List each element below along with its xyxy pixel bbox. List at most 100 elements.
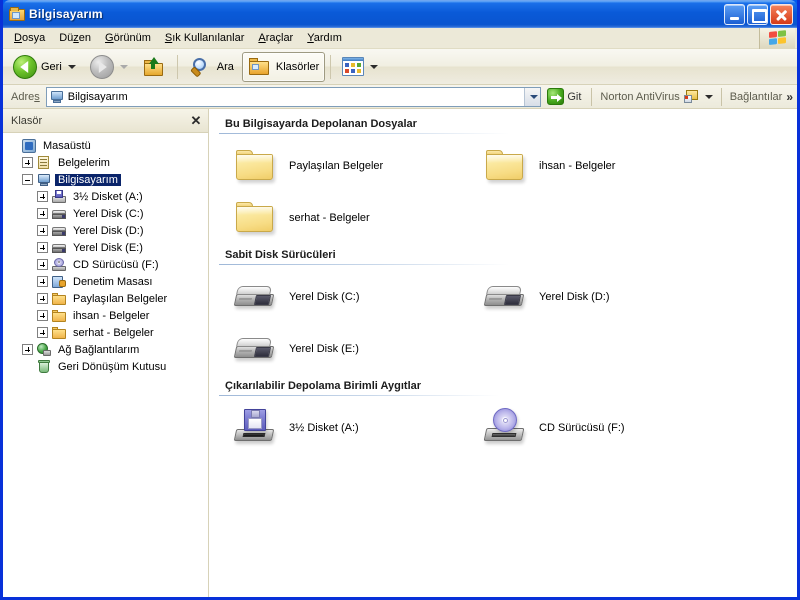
folders-button[interactable]: Klasörler <box>241 51 326 82</box>
file-item-label: ihsan - Belgeler <box>539 160 616 172</box>
maximize-button[interactable] <box>747 3 768 25</box>
window-folder-icon <box>9 6 25 22</box>
folders-icon <box>248 56 272 78</box>
tree-item-belgelerim[interactable]: Belgelerim <box>5 154 208 171</box>
menu-sik-kullanilanlar[interactable]: Sık Kullanılanlar <box>158 30 252 46</box>
floppy-drive-icon <box>233 407 279 449</box>
search-button[interactable]: Ara <box>183 52 240 82</box>
links-toolbar[interactable]: Bağlantılar » <box>726 90 797 104</box>
file-item-label: serhat - Belgeler <box>289 212 370 224</box>
file-item-label: Yerel Disk (D:) <box>539 291 610 303</box>
windows-logo-button[interactable] <box>759 28 795 49</box>
views-icon <box>342 57 365 76</box>
expander-toggle[interactable] <box>37 293 48 304</box>
menu-gorunum[interactable]: Görünüm <box>98 30 158 46</box>
address-value: Bilgisayarım <box>67 90 128 103</box>
window-controls <box>724 3 797 25</box>
expander-toggle[interactable] <box>37 225 48 236</box>
address-dropdown-button[interactable] <box>524 87 541 106</box>
file-item[interactable]: serhat - Belgeler <box>219 192 469 244</box>
back-button[interactable]: Geri <box>7 52 82 82</box>
folders-pane: Klasör ✕ Masaüstü Belgelerim Bilgisayarım 3… <box>3 109 209 597</box>
search-icon <box>189 56 213 78</box>
file-item-label: CD Sürücüsü (F:) <box>539 422 625 434</box>
expander-toggle[interactable] <box>22 344 33 355</box>
folder-tree: Masaüstü Belgelerim Bilgisayarım 3½ Disket … <box>3 133 208 597</box>
tree-item-label: Denetim Masası <box>73 275 153 288</box>
section-divider <box>219 395 499 396</box>
desktop-icon <box>21 138 37 154</box>
address-input[interactable]: Bilgisayarım <box>45 86 542 107</box>
file-item[interactable]: Yerel Disk (C:) <box>219 271 469 323</box>
norton-antivirus-toolbar[interactable]: Norton AntiVirus <box>596 89 716 104</box>
tree-item-serhat-belgeler[interactable]: serhat - Belgeler <box>5 324 208 341</box>
tree-item-3-disket-a[interactable]: 3½ Disket (A:) <box>5 188 208 205</box>
file-item-label: Yerel Disk (C:) <box>289 291 360 303</box>
section-divider <box>219 133 509 134</box>
file-item[interactable]: 3½ Disket (A:) <box>219 402 469 454</box>
expander-toggle[interactable] <box>37 191 48 202</box>
file-item[interactable]: Yerel Disk (D:) <box>469 271 719 323</box>
my-computer-icon <box>36 172 52 188</box>
links-label: Bağlantılar <box>729 90 783 103</box>
tree-item-cd-s-r-c-s-f[interactable]: CD Sürücüsü (F:) <box>5 256 208 273</box>
up-button[interactable] <box>136 52 172 82</box>
cd-drive-icon <box>51 257 67 273</box>
file-item-label: Paylaşılan Belgeler <box>289 160 384 172</box>
harddisk-icon <box>233 328 279 370</box>
expander-toggle[interactable] <box>37 259 48 270</box>
go-button[interactable]: Git <box>541 86 587 108</box>
harddisk-icon <box>51 240 67 256</box>
tree-item-denetim-masas[interactable]: Denetim Masası <box>5 273 208 290</box>
expander-toggle[interactable] <box>37 242 48 253</box>
folder-icon <box>483 145 529 187</box>
control-panel-icon <box>51 274 67 290</box>
expander-toggle[interactable] <box>37 276 48 287</box>
file-item[interactable]: Paylaşılan Belgeler <box>219 140 469 192</box>
minimize-button[interactable] <box>724 3 745 25</box>
views-dropdown-icon[interactable] <box>370 64 379 69</box>
folder-icon <box>233 145 279 187</box>
menu-araclar[interactable]: Araçlar <box>251 30 300 46</box>
forward-dropdown-icon[interactable] <box>119 64 128 69</box>
file-item[interactable]: CD Sürücüsü (F:) <box>469 402 719 454</box>
tree-item-yerel-disk-c[interactable]: Yerel Disk (C:) <box>5 205 208 222</box>
expander-toggle[interactable] <box>37 327 48 338</box>
views-button[interactable] <box>336 52 384 82</box>
expander-toggle <box>7 140 18 151</box>
tree-item-payla-lan-belgeler[interactable]: Paylaşılan Belgeler <box>5 290 208 307</box>
tree-item-bilgisayar-m[interactable]: Bilgisayarım <box>5 171 208 188</box>
expander-toggle[interactable] <box>22 174 33 185</box>
tree-item-ihsan-belgeler[interactable]: ihsan - Belgeler <box>5 307 208 324</box>
address-label: Adres <box>11 90 40 103</box>
item-grid: 3½ Disket (A:) CD Sürücüsü (F:) <box>219 402 787 454</box>
tree-item-a-ba-lant-lar-m[interactable]: Ağ Bağlantılarım <box>5 341 208 358</box>
norton-dropdown-icon[interactable] <box>704 94 713 99</box>
harddisk-icon <box>233 276 279 318</box>
expander-toggle[interactable] <box>37 208 48 219</box>
tree-item-yerel-disk-d[interactable]: Yerel Disk (D:) <box>5 222 208 239</box>
close-button[interactable] <box>770 3 793 25</box>
file-item[interactable]: ihsan - Belgeler <box>469 140 719 192</box>
forward-button[interactable] <box>84 52 134 82</box>
menu-yardim[interactable]: Yardım <box>300 30 349 46</box>
expander-toggle[interactable] <box>37 310 48 321</box>
file-item[interactable]: Yerel Disk (E:) <box>219 323 469 375</box>
explorer-window: Bilgisayarım Dosya Düzen Görünüm Sık Kul… <box>0 0 800 600</box>
tree-item-label: Yerel Disk (C:) <box>73 207 144 220</box>
content-section: Sabit Disk Sürücüleri Yerel Disk (C:) Yere… <box>219 246 787 375</box>
tree-item-label: Bilgisayarım <box>55 173 121 186</box>
tree-item-geri-d-n-m-kutusu[interactable]: Geri Dönüşüm Kutusu <box>5 358 208 375</box>
menu-dosya[interactable]: Dosya <box>7 30 52 46</box>
menu-duzen[interactable]: Düzen <box>52 30 98 46</box>
recycle-bin-icon <box>36 359 52 375</box>
tree-item-yerel-disk-e[interactable]: Yerel Disk (E:) <box>5 239 208 256</box>
tree-item-masa-st[interactable]: Masaüstü <box>5 137 208 154</box>
close-icon[interactable]: ✕ <box>188 113 204 129</box>
expander-toggle[interactable] <box>22 157 33 168</box>
back-dropdown-icon[interactable] <box>67 64 76 69</box>
chevron-right-icon[interactable]: » <box>786 90 793 104</box>
folders-pane-title: Klasör <box>11 114 43 127</box>
forward-arrow-icon <box>89 54 114 79</box>
norton-label: Norton AntiVirus <box>600 90 680 103</box>
